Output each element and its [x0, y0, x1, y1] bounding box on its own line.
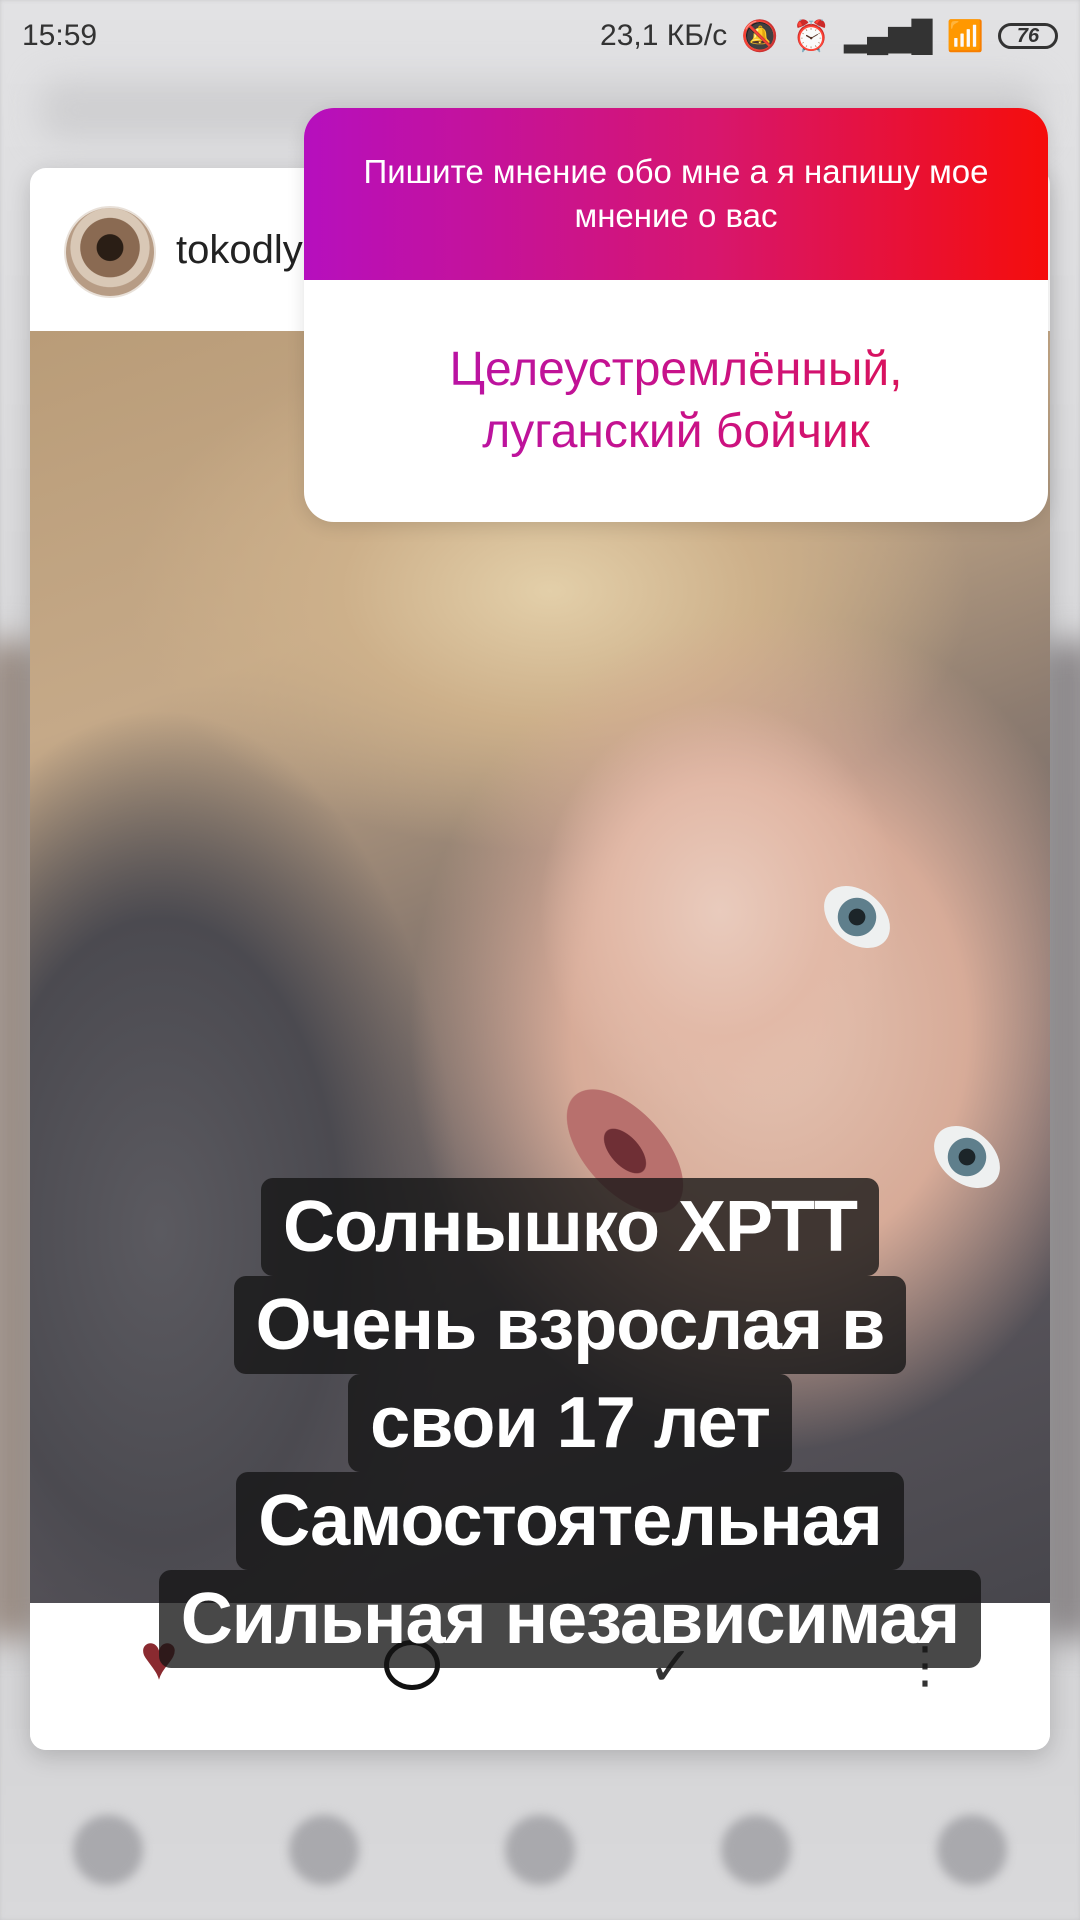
question-prompt: Пишите мнение обо мне а я напишу мое мне… — [304, 108, 1048, 280]
overlay-line-4: Самостоятельная — [236, 1472, 904, 1570]
alarm-icon: ⏰ — [792, 19, 830, 53]
nav-home-icon — [73, 1815, 143, 1885]
answer-line-2: луганский бойчик — [482, 405, 870, 458]
bottom-nav-blurred — [0, 1780, 1080, 1920]
avatar[interactable] — [64, 206, 156, 298]
battery-icon: 76 — [998, 23, 1058, 49]
status-indicators: 23,1 КБ/с 🔕 ⏰ ▂▄▆█ 📶 76 — [600, 19, 1058, 54]
post-username[interactable]: tokodly — [176, 228, 303, 273]
photo-eye-left — [811, 873, 903, 961]
overlay-line-3: свои 17 лет — [348, 1374, 792, 1472]
nav-activity-icon — [721, 1815, 791, 1885]
network-speed: 23,1 КБ/с — [600, 19, 728, 52]
wifi-icon: 📶 — [946, 19, 984, 53]
question-answer: Целеустремлённый, луганский бойчик — [304, 280, 1048, 522]
overlay-line-1: Солнышко ХРТТ — [260, 1178, 880, 1276]
nav-add-icon — [505, 1815, 575, 1885]
overlay-line-5: Сильная независимая — [158, 1570, 982, 1668]
nav-search-icon — [289, 1815, 359, 1885]
story-text-overlay: Солнышко ХРТТ Очень взрослая в свои 17 л… — [100, 1178, 1040, 1668]
overlay-line-2: Очень взрослая в — [233, 1276, 907, 1374]
status-bar: 15:59 23,1 КБ/с 🔕 ⏰ ▂▄▆█ 📶 76 — [0, 0, 1080, 72]
nav-profile-icon — [937, 1815, 1007, 1885]
answer-line-1: Целеустремлённый, — [449, 343, 903, 396]
signal-icon: ▂▄▆█ — [843, 19, 933, 53]
status-time: 15:59 — [22, 19, 98, 52]
mute-icon: 🔕 — [741, 19, 779, 53]
question-sticker[interactable]: Пишите мнение обо мне а я напишу мое мне… — [304, 108, 1048, 522]
